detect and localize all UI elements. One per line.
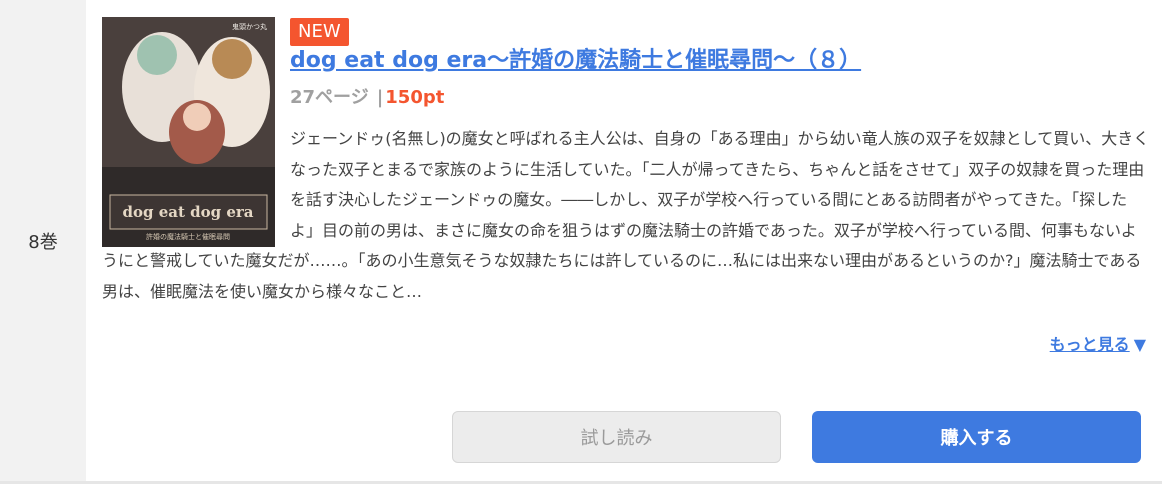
meta-separator: | [376,87,384,108]
description: ジェーンドゥ(名無し)の魔女と呼ばれる主人公は、自身の「ある理由」から幼い竜人族… [102,124,1150,307]
price: 150pt [385,87,445,108]
page-count: 27ページ [290,87,369,108]
cover-spacer [102,124,290,246]
trial-read-button[interactable]: 試し読み [452,411,781,463]
volume-column: 8巻 [0,0,86,484]
triangle-down-icon: ▼ [1133,335,1146,354]
buy-button[interactable]: 購入する [812,411,1141,463]
show-more-link[interactable]: もっと見る ▼ [1050,331,1146,355]
title-link[interactable]: dog eat dog era～許婚の魔法騎士と催眠尋問～（８） [290,47,1140,75]
new-badge: NEW [290,18,349,46]
volume-row: 8巻 dog eat dog era 許婚の魔法騎士と催眠尋問 鬼頭かつ丸 NE… [0,0,1162,484]
volume-number: 8巻 [28,232,58,253]
show-more-label: もっと見る [1049,335,1130,354]
meta-line: 27ページ | 150pt [290,86,444,110]
cover-author: 鬼頭かつ丸 [232,22,267,31]
